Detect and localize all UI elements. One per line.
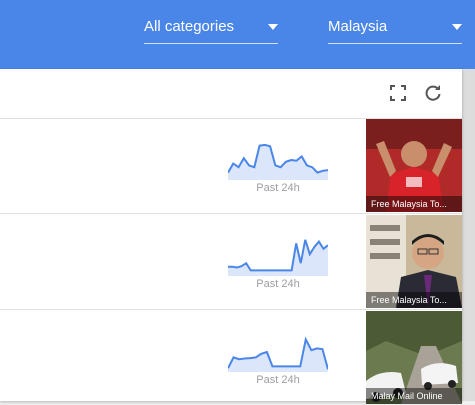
scrollbar[interactable]	[462, 69, 475, 401]
thumbnail-caption: Free Malaysia To...	[366, 196, 462, 212]
category-select-label: All categories	[144, 18, 235, 35]
country-select[interactable]: Malaysia	[328, 6, 462, 44]
time-range-label: Past 24h	[256, 182, 300, 194]
fullscreen-button[interactable]	[389, 84, 407, 102]
thumbnail-caption: Malay Mail Online	[366, 388, 462, 404]
refresh-icon	[425, 85, 441, 101]
time-range-label: Past 24h	[256, 374, 300, 386]
category-select[interactable]: All categories	[144, 6, 278, 44]
card-toolbar	[0, 69, 462, 119]
dropdown-arrow-icon	[452, 24, 462, 30]
sparkline-chart	[228, 336, 328, 372]
country-select-label: Malaysia	[328, 18, 388, 35]
news-thumbnail[interactable]: Malay Mail Online	[366, 311, 462, 404]
news-thumbnail[interactable]: Free Malaysia To...	[366, 215, 462, 308]
thumbnail-caption: Free Malaysia To...	[366, 292, 462, 308]
sparkline-area	[228, 144, 328, 180]
trend-row[interactable]: Past 24h Free Malaysia To...	[0, 118, 462, 214]
header-bar: All categories Malaysia	[0, 0, 475, 69]
time-range-label: Past 24h	[256, 278, 300, 290]
fullscreen-icon	[390, 85, 406, 101]
sparkline-chart	[228, 239, 328, 276]
sparkline-chart	[228, 143, 328, 180]
dropdown-arrow-icon	[268, 24, 278, 30]
news-thumbnail[interactable]: Free Malaysia To...	[366, 119, 462, 212]
trend-row[interactable]: Past 24h Malay Mail Online	[0, 310, 462, 405]
refresh-button[interactable]	[424, 84, 442, 102]
trending-card: Past 24h Free Malaysia To... Past 24h Fr…	[0, 69, 462, 404]
trend-row[interactable]: Past 24h Free Malaysia To...	[0, 214, 462, 310]
